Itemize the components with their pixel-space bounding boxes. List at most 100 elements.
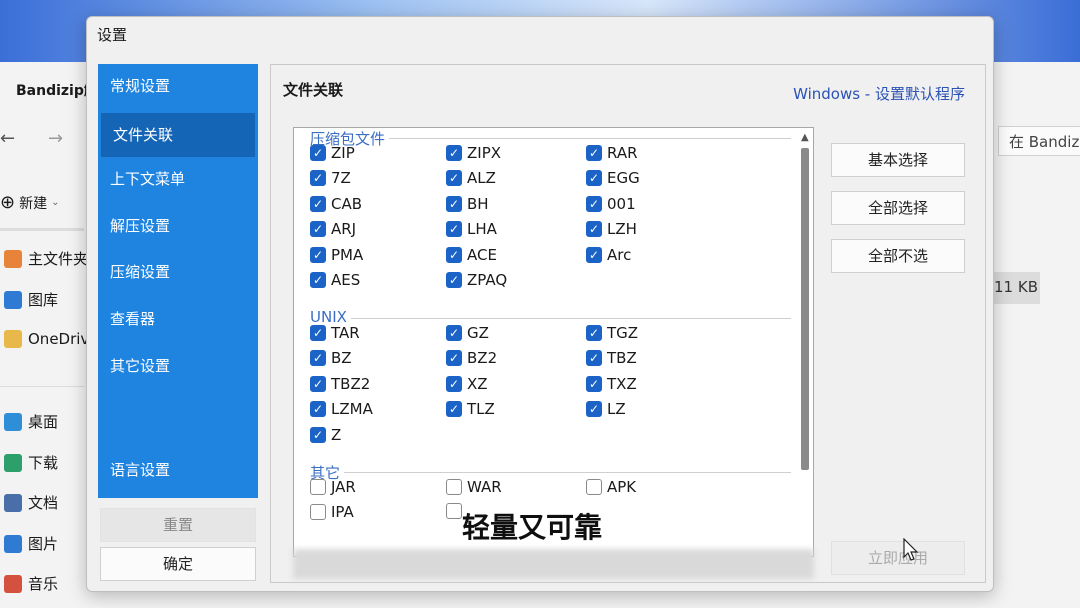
checkbox-checked-icon[interactable]: ✓ <box>310 195 326 212</box>
nav-item[interactable]: 上下文菜单 <box>98 157 258 201</box>
checkbox-checked-icon[interactable]: ✓ <box>586 221 602 238</box>
filetype-checkbox-item[interactable]: ✓ CAB <box>310 195 362 213</box>
filetype-checkbox-item[interactable]: ✓ ZIPX <box>446 144 501 162</box>
filetype-checkbox-item[interactable]: ✓ TBZ <box>586 349 637 367</box>
explorer-sidebar-item[interactable]: 下载 <box>4 452 58 473</box>
filetype-checkbox-item[interactable]: APK <box>586 478 636 496</box>
back-arrow-icon[interactable]: ← <box>0 128 15 149</box>
checkbox-checked-icon[interactable]: ✓ <box>310 170 326 187</box>
filetype-checkbox-item[interactable]: ✓ 7Z <box>310 169 351 187</box>
checkbox-checked-icon[interactable]: ✓ <box>310 401 326 418</box>
nav-item[interactable]: 压缩设置 <box>98 250 258 294</box>
filetype-checkbox-item[interactable]: ✓ XZ <box>446 375 488 393</box>
checkbox-checked-icon[interactable]: ✓ <box>446 195 462 212</box>
explorer-sidebar-item[interactable]: 图库 <box>4 289 58 310</box>
checkbox-checked-icon[interactable]: ✓ <box>310 221 326 238</box>
checkbox-unchecked-icon[interactable] <box>446 479 462 495</box>
checkbox-checked-icon[interactable]: ✓ <box>446 221 462 238</box>
filetype-checkbox-item[interactable]: ✓ TGZ <box>586 324 638 342</box>
scrollbar-thumb[interactable] <box>801 148 809 470</box>
checkbox-checked-icon[interactable]: ✓ <box>586 170 602 187</box>
explorer-sidebar-item[interactable]: 音乐 <box>4 573 58 594</box>
filetype-checkbox-item[interactable]: IPA <box>310 503 354 521</box>
filetype-checkbox-item[interactable]: ✓ TLZ <box>446 400 495 418</box>
filetype-checkbox-item[interactable]: ✓ PMA <box>310 246 363 264</box>
filetype-checkbox-item[interactable]: ✓ LZ <box>586 400 626 418</box>
checkbox-unchecked-icon[interactable] <box>310 504 326 521</box>
checkbox-checked-icon[interactable]: ✓ <box>586 325 602 341</box>
filetype-checkbox-item[interactable]: ✓ 001 <box>586 195 636 213</box>
forward-arrow-icon[interactable]: → <box>48 128 63 149</box>
checkbox-checked-icon[interactable]: ✓ <box>310 272 326 288</box>
basic-select-button[interactable]: 基本选择 <box>831 143 965 177</box>
filetype-checkbox-item[interactable]: ✓ BZ2 <box>446 349 497 367</box>
checkbox-checked-icon[interactable]: ✓ <box>310 350 326 367</box>
checkbox-checked-icon[interactable]: ✓ <box>446 272 462 288</box>
filetype-checkbox-item[interactable]: ✓ RAR <box>586 144 638 162</box>
explorer-sidebar-item[interactable]: 图片 <box>4 533 58 554</box>
filetype-checkbox-item[interactable]: ✓ ZIP <box>310 144 355 162</box>
filetype-checkbox-item[interactable]: ✓ LZMA <box>310 400 373 418</box>
filetype-checkbox-item[interactable]: JAR <box>310 478 356 496</box>
checkbox-checked-icon[interactable]: ✓ <box>446 170 462 187</box>
checkbox-checked-icon[interactable]: ✓ <box>446 246 462 263</box>
checkbox-unchecked-icon[interactable] <box>446 503 462 520</box>
scroll-up-icon[interactable]: ▲ <box>801 132 809 143</box>
windows-default-apps-link[interactable]: Windows - 设置默认程序 <box>793 83 965 104</box>
filetype-checkbox-item[interactable]: ✓ TBZ2 <box>310 375 370 393</box>
select-none-button[interactable]: 全部不选 <box>831 239 965 273</box>
filetype-checkbox-item[interactable]: ✓ LZH <box>586 220 637 238</box>
filetype-checkbox-item[interactable]: ✓ EGG <box>586 169 640 187</box>
section-title: 文件关联 <box>283 81 344 99</box>
search-input[interactable]: 在 Bandizi <box>998 126 1080 156</box>
ok-button[interactable]: 确定 <box>100 547 256 581</box>
checkbox-checked-icon[interactable]: ✓ <box>310 375 326 392</box>
filetype-checkbox-item[interactable]: ✓ BZ <box>310 349 352 367</box>
nav-item[interactable]: 常规设置 <box>98 64 258 108</box>
filetype-checkbox-item[interactable]: ✓ TAR <box>310 324 360 342</box>
checkbox-checked-icon[interactable]: ✓ <box>586 350 602 367</box>
explorer-sidebar-item[interactable]: 主文件夹 <box>4 248 88 269</box>
filetype-checkbox-item[interactable]: ✓ ARJ <box>310 220 356 238</box>
filetype-checkbox-item[interactable]: WAR <box>446 478 502 496</box>
filetype-checkbox-item[interactable]: ✓ ZPAQ <box>446 271 507 289</box>
checkbox-checked-icon[interactable]: ✓ <box>446 401 462 418</box>
apply-now-button[interactable]: 立即应用 <box>831 541 965 575</box>
filetype-checkbox-item[interactable]: ✓ ACE <box>446 246 497 264</box>
nav-item[interactable]: 语言设置 <box>98 448 258 492</box>
nav-item[interactable]: 解压设置 <box>98 204 258 248</box>
checkbox-checked-icon[interactable]: ✓ <box>586 246 602 263</box>
checkbox-unchecked-icon[interactable] <box>586 479 602 495</box>
checkbox-checked-icon[interactable]: ✓ <box>310 325 326 341</box>
explorer-sidebar-item[interactable]: 桌面 <box>4 411 58 432</box>
new-button[interactable]: ⊕ 新建 ⌄ <box>0 192 59 213</box>
checkbox-checked-icon[interactable]: ✓ <box>586 145 602 161</box>
nav-item[interactable]: 查看器 <box>98 297 258 341</box>
checkbox-checked-icon[interactable]: ✓ <box>310 246 326 263</box>
filetype-checkbox-item[interactable]: ✓ ALZ <box>446 169 496 187</box>
filetype-checkbox-item[interactable]: ✓ Arc <box>586 246 631 264</box>
checkbox-checked-icon[interactable]: ✓ <box>446 350 462 367</box>
filetype-checkbox-item[interactable]: ✓ Z <box>310 426 341 444</box>
select-all-button[interactable]: 全部选择 <box>831 191 965 225</box>
reset-button[interactable]: 重置 <box>100 508 256 542</box>
filetype-checkbox-item[interactable]: ✓ GZ <box>446 324 489 342</box>
checkbox-unchecked-icon[interactable] <box>310 479 326 495</box>
checkbox-checked-icon[interactable]: ✓ <box>586 401 602 418</box>
explorer-sidebar-item[interactable]: OneDriv <box>4 330 89 348</box>
checkbox-checked-icon[interactable]: ✓ <box>586 375 602 392</box>
filetype-checkbox-item[interactable]: ✓ TXZ <box>586 375 637 393</box>
checkbox-checked-icon[interactable]: ✓ <box>446 325 462 341</box>
nav-item[interactable]: 文件关联 <box>101 113 255 157</box>
checkbox-checked-icon[interactable]: ✓ <box>310 145 326 161</box>
filetype-checkbox-item[interactable]: ✓ BH <box>446 195 489 213</box>
explorer-sidebar-item[interactable]: 文档 <box>4 492 58 513</box>
checkbox-checked-icon[interactable]: ✓ <box>446 375 462 392</box>
nav-item[interactable]: 其它设置 <box>98 344 258 388</box>
filetype-checkbox-item[interactable]: ✓ LHA <box>446 220 497 238</box>
checkbox-checked-icon[interactable]: ✓ <box>310 426 326 443</box>
filetype-checkbox-item[interactable]: ✓ AES <box>310 271 360 289</box>
home-icon <box>4 249 22 268</box>
checkbox-checked-icon[interactable]: ✓ <box>446 145 462 161</box>
checkbox-checked-icon[interactable]: ✓ <box>586 195 602 212</box>
